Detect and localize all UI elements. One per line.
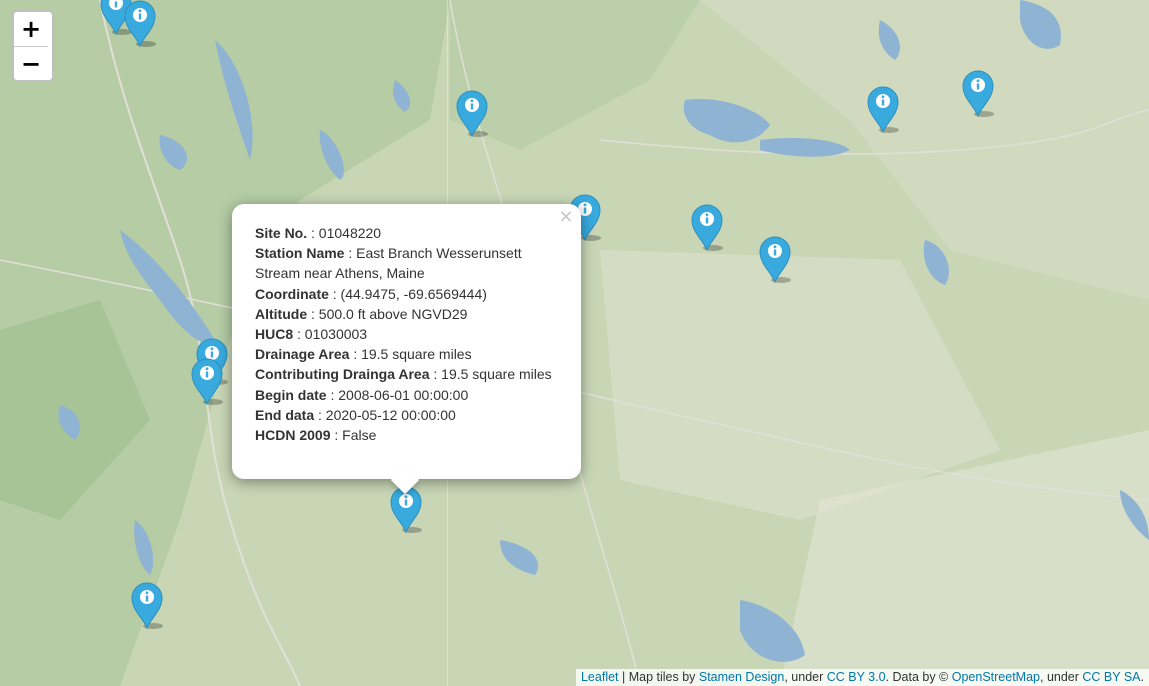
- row-value: : 01030003: [297, 326, 368, 343]
- row-value: : (44.9475, -69.6569444): [332, 285, 487, 302]
- site-marker[interactable]: [189, 356, 225, 406]
- popup-row-end-date: End data : 2020-05-12 00:00:00: [255, 405, 555, 425]
- popup-row-station-name: Station Name : East Branch Wesserunsett …: [255, 243, 555, 283]
- map-attribution: Leaflet | Map tiles by Stamen Design, un…: [575, 669, 1149, 686]
- attribution-text: , under: [784, 670, 827, 684]
- zoom-out-button[interactable]: −: [14, 46, 48, 80]
- row-key: Altitude: [255, 305, 308, 322]
- zoom-control: + −: [12, 10, 54, 82]
- attribution-text: | Map tiles by: [618, 670, 699, 684]
- row-key: HUC8: [255, 326, 294, 343]
- popup-content: Site No. : 01048220 Station Name : East …: [232, 204, 581, 445]
- site-popup: × Site No. : 01048220 Station Name : Eas…: [232, 204, 581, 495]
- row-key: HCDN 2009: [255, 427, 331, 444]
- row-key: End data: [255, 406, 315, 423]
- popup-row-huc8: HUC8 : 01030003: [255, 324, 555, 344]
- site-marker[interactable]: [689, 202, 725, 252]
- row-key: Site No.: [255, 225, 308, 241]
- row-value: : 19.5 square miles: [353, 346, 472, 363]
- cc-by-link[interactable]: CC BY 3.0: [827, 670, 886, 684]
- attribution-text: , under: [1040, 670, 1083, 684]
- site-marker[interactable]: [454, 88, 490, 138]
- popup-row-contributing-area: Contributing Drainga Area : 19.5 square …: [255, 364, 555, 384]
- row-key: Drainage Area: [255, 346, 350, 363]
- row-value: : 2008-06-01 00:00:00: [330, 386, 469, 403]
- site-marker[interactable]: [960, 68, 996, 118]
- site-marker[interactable]: [757, 234, 793, 284]
- stamen-link[interactable]: Stamen Design: [699, 670, 784, 684]
- row-value: : 19.5 square miles: [433, 366, 552, 383]
- attribution-text: .: [1140, 670, 1144, 684]
- popup-row-drainage-area: Drainage Area : 19.5 square miles: [255, 344, 555, 364]
- row-key: Station Name: [255, 245, 345, 262]
- popup-row-hcdn: HCDN 2009 : False: [255, 425, 555, 445]
- zoom-in-button[interactable]: +: [14, 12, 48, 46]
- site-marker[interactable]: [122, 0, 158, 48]
- row-key: Begin date: [255, 386, 327, 403]
- row-value: : 500.0 ft above NGVD29: [311, 305, 468, 322]
- popup-row-coordinate: Coordinate : (44.9475, -69.6569444): [255, 284, 555, 304]
- row-value: : False: [334, 427, 377, 444]
- site-marker[interactable]: [129, 580, 165, 630]
- attribution-text: . Data by ©: [885, 670, 952, 684]
- osm-link[interactable]: OpenStreetMap: [952, 670, 1040, 684]
- row-value: : 2020-05-12 00:00:00: [318, 406, 456, 423]
- row-key: Coordinate: [255, 285, 329, 302]
- leaflet-link[interactable]: Leaflet: [581, 670, 619, 684]
- cc-by-sa-link[interactable]: CC BY SA: [1082, 670, 1140, 684]
- site-marker[interactable]: [865, 84, 901, 134]
- popup-row-altitude: Altitude : 500.0 ft above NGVD29: [255, 304, 555, 324]
- popup-row-site-no: Site No. : 01048220: [255, 223, 555, 243]
- popup-row-begin-date: Begin date : 2008-06-01 00:00:00: [255, 385, 555, 405]
- row-value: : 01048220: [311, 225, 382, 241]
- row-key: Contributing Drainga Area: [255, 366, 430, 383]
